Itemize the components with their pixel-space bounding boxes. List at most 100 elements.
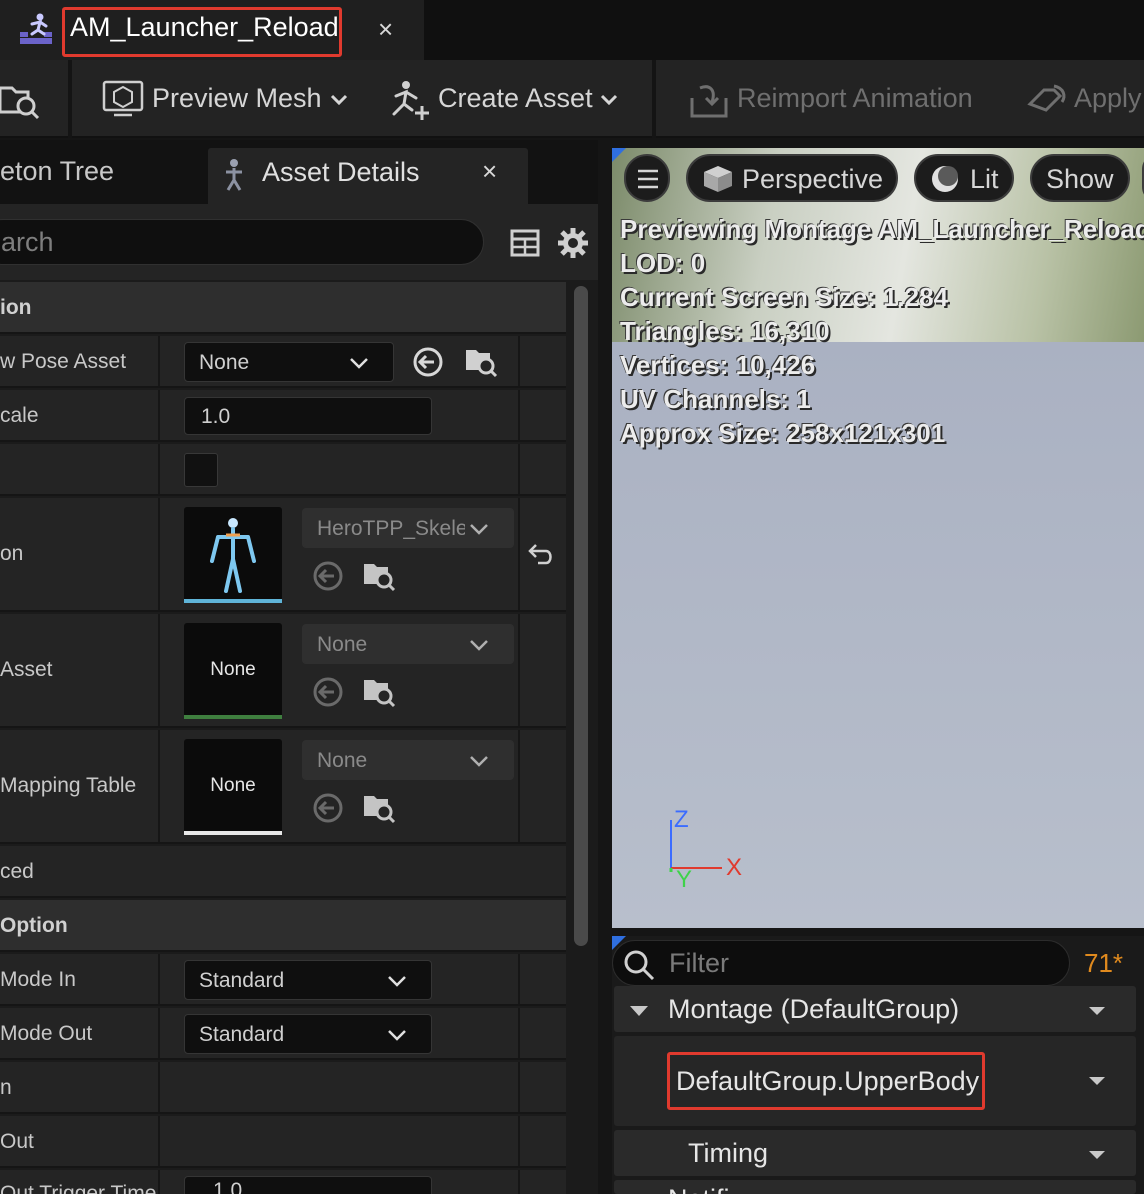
gear-icon[interactable] <box>556 226 590 260</box>
sphere-icon <box>932 166 958 192</box>
document-tab-bar: AM_Launcher_Reload × <box>0 0 1144 60</box>
chevron-down-icon <box>470 640 488 651</box>
column-divider <box>158 614 160 726</box>
use-selected-icon[interactable] <box>312 792 344 824</box>
column-divider <box>158 444 160 494</box>
filter-input[interactable]: Filter <box>612 940 1070 986</box>
apply-icon <box>1024 82 1068 120</box>
use-selected-icon[interactable] <box>312 676 344 708</box>
dropdown-arrow-icon[interactable] <box>1088 1150 1106 1160</box>
lit-button[interactable]: Lit <box>914 154 1014 202</box>
use-selected-icon[interactable] <box>312 560 344 592</box>
dropdown-arrow-icon[interactable] <box>1088 1076 1106 1086</box>
close-icon[interactable]: × <box>378 14 393 45</box>
reset-to-default-icon[interactable] <box>526 542 554 566</box>
chevron-down-icon <box>350 358 368 369</box>
dropdown-value: Standard <box>199 1023 285 1046</box>
browse-icon[interactable] <box>362 790 396 824</box>
category-header[interactable]: Option <box>0 900 566 952</box>
reimport-animation-button[interactable]: Reimport Animation <box>737 83 973 114</box>
column-divider <box>518 444 520 494</box>
property-row <box>0 444 566 496</box>
asset-details-icon <box>222 158 246 192</box>
column-divider <box>518 1116 520 1166</box>
column-divider <box>158 1008 160 1058</box>
show-button[interactable]: Show <box>1030 154 1130 202</box>
category-header[interactable]: ion <box>0 282 566 334</box>
cube-icon <box>704 166 732 192</box>
input-value: 1.0 <box>213 1179 243 1194</box>
mapping-table-thumbnail[interactable]: None <box>184 739 282 835</box>
highlight-box <box>667 1052 985 1110</box>
tree-item-notifies[interactable]: Notifi <box>614 1180 1136 1194</box>
browse-icon[interactable] <box>362 558 396 592</box>
column-divider <box>158 1116 160 1166</box>
chevron-down-icon <box>470 524 488 535</box>
filter-placeholder: Filter <box>669 948 729 978</box>
tree-item-label: Timing <box>688 1138 769 1168</box>
search-placeholder: arch <box>1 227 54 257</box>
dropdown-arrow-icon[interactable] <box>1088 1006 1106 1016</box>
trigger-time-input[interactable]: 1.0 <box>184 1176 432 1194</box>
dropdown-value: HeroTPP_Skele <box>317 517 465 540</box>
chevron-down-icon <box>470 756 488 767</box>
column-divider <box>518 954 520 1004</box>
reimport-icon <box>688 82 730 120</box>
apply-button[interactable]: Apply <box>1074 83 1142 114</box>
asset-dropdown[interactable]: None <box>302 624 514 664</box>
column-divider <box>518 730 520 842</box>
perspective-button[interactable]: Perspective <box>686 154 898 202</box>
column-divider <box>518 1062 520 1112</box>
column-divider <box>518 1170 520 1194</box>
thumbnail-label: None <box>210 659 256 680</box>
property-row[interactable]: n <box>0 1062 566 1114</box>
tree-item-timing[interactable]: Timing <box>614 1130 1136 1176</box>
search-input[interactable]: arch <box>0 219 484 265</box>
highlight-box <box>62 7 342 57</box>
category-label: ion <box>0 296 32 319</box>
perspective-label: Perspective <box>742 164 884 194</box>
search-icon <box>624 950 655 981</box>
preview-info-screen-size: Current Screen Size: 1.284 <box>620 282 949 312</box>
animation-montage-icon <box>18 12 54 46</box>
rate-scale-input[interactable]: 1.0 <box>184 397 432 435</box>
property-row: Mode In Standard <box>0 954 566 1006</box>
scrollbar-thumb[interactable] <box>574 286 588 946</box>
filter-count-badge: 71* <box>1084 948 1124 978</box>
advanced-row[interactable]: ced <box>0 846 566 898</box>
browse-icon[interactable] <box>362 674 396 708</box>
create-asset-button[interactable]: Create Asset <box>438 83 593 114</box>
mapping-table-dropdown[interactable]: None <box>302 740 514 780</box>
blend-mode-in-dropdown[interactable]: Standard <box>184 960 432 1000</box>
use-selected-icon[interactable] <box>412 346 444 378</box>
column-divider <box>158 498 160 610</box>
table-view-icon[interactable] <box>510 228 540 258</box>
viewport-menu-button[interactable] <box>624 154 670 202</box>
skeleton-thumbnail[interactable] <box>184 507 282 603</box>
property-label: Out <box>0 1130 34 1153</box>
corner-marker-icon <box>612 148 626 162</box>
skeleton-dropdown[interactable]: HeroTPP_Skele <box>302 508 514 548</box>
tab-asset-details[interactable]: Asset Details × <box>208 148 528 204</box>
property-label: Mode Out <box>0 1022 93 1045</box>
collapse-arrow-icon[interactable] <box>630 1006 648 1016</box>
property-row[interactable]: Out <box>0 1116 566 1168</box>
tree-item-label: Montage (DefaultGroup) <box>668 994 960 1024</box>
property-checkbox[interactable] <box>184 453 218 487</box>
dropdown-value: Standard <box>199 969 285 992</box>
column-divider <box>158 730 160 842</box>
blend-mode-out-dropdown[interactable]: Standard <box>184 1014 432 1054</box>
column-divider <box>158 1170 160 1194</box>
tab-skeleton-tree[interactable]: eton Tree <box>0 156 114 187</box>
close-icon[interactable]: × <box>482 156 497 187</box>
property-row: cale 1.0 <box>0 390 566 442</box>
find-in-browser-icon[interactable] <box>0 80 40 120</box>
preview-viewport[interactable]: Perspective Lit Show Previewing Montage … <box>612 148 1144 928</box>
preview-mesh-button[interactable]: Preview Mesh <box>152 83 322 114</box>
asset-thumbnail[interactable]: None <box>184 623 282 719</box>
thumbnail-label: None <box>210 775 256 796</box>
preview-info-lod: LOD: 0 <box>620 248 706 278</box>
tree-item-montage-group[interactable]: Montage (DefaultGroup) <box>614 986 1136 1032</box>
pose-asset-dropdown[interactable]: None <box>184 342 394 382</box>
browse-icon[interactable] <box>464 344 498 378</box>
